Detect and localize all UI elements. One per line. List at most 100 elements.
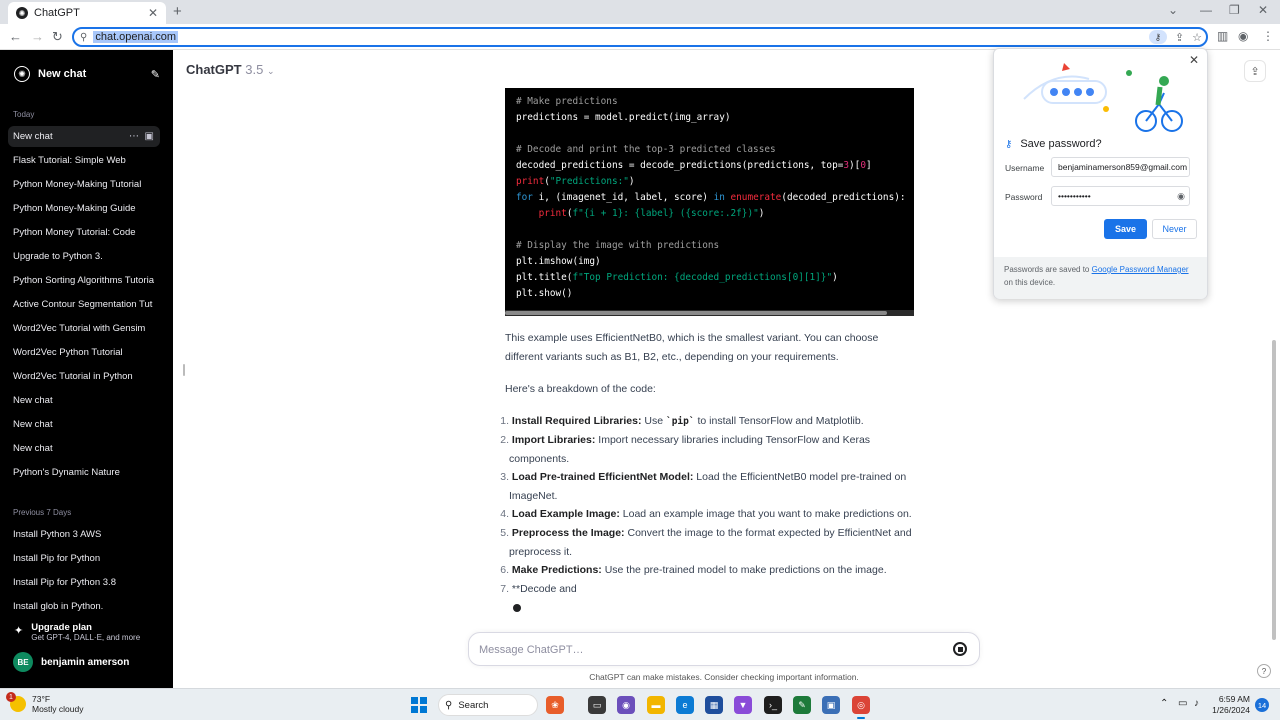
code-line: # Display the image with predictions	[516, 240, 720, 251]
chat-item[interactable]: New chat	[8, 414, 160, 435]
chat-item[interactable]: Install Pip for Python	[8, 548, 160, 569]
app-icon[interactable]: ▼	[734, 696, 752, 714]
close-tab-icon[interactable]: ✕	[148, 6, 158, 20]
chat-item[interactable]: Install Pip for Python 3.8	[8, 572, 160, 593]
system-clock[interactable]: 6:59 AM 1/26/2024	[1206, 694, 1250, 716]
bookmark-star-icon[interactable]: ☆	[1192, 31, 1202, 44]
store-icon[interactable]: ▦	[705, 696, 723, 714]
code-line: predictions = model.predict(img_array)	[516, 112, 731, 123]
chat-item[interactable]: Word2Vec Tutorial with Gensim	[8, 318, 160, 339]
google-password-manager-link[interactable]: Google Password Manager	[1092, 265, 1189, 274]
password-label: Password	[1005, 192, 1043, 202]
chat-item[interactable]: Install glob in Python.	[8, 596, 160, 617]
browser-tab[interactable]: ✺ ChatGPT ✕	[8, 2, 166, 24]
chat-item[interactable]: Python's Dynamic Nature	[8, 462, 160, 483]
browser-menu-icon[interactable]: ⋮	[1262, 29, 1274, 43]
close-icon[interactable]: ✕	[1189, 53, 1199, 67]
chevron-down-icon: ⌄	[266, 66, 275, 76]
key-icon: ⚷	[1005, 138, 1013, 150]
new-chat-button[interactable]: ✺ New chat ✎	[8, 62, 160, 86]
side-panel-icon[interactable]: ▥	[1217, 29, 1228, 43]
gift-app-icon[interactable]: ❀	[546, 696, 564, 714]
password-field[interactable]: ••••••••••• ◉	[1051, 186, 1190, 206]
forward-icon[interactable]: →	[31, 29, 44, 44]
save-button[interactable]: Save	[1104, 219, 1147, 239]
chat-item[interactable]: Word2Vec Tutorial in Python	[8, 366, 160, 387]
tab-search-icon[interactable]: ⌄	[1168, 3, 1178, 17]
page-scrollbar[interactable]	[1272, 340, 1276, 640]
password-key-icon[interactable]: ⚷	[1148, 30, 1167, 44]
search-icon: ⚲	[445, 699, 453, 711]
chat-item[interactable]: Word2Vec Python Tutorial	[8, 342, 160, 363]
back-icon[interactable]: ←	[9, 29, 22, 44]
profile-icon[interactable]: ◉	[1238, 29, 1248, 43]
chat-app-icon[interactable]: ◉	[617, 696, 635, 714]
upgrade-title: Upgrade plan	[31, 622, 92, 633]
chat-item[interactable]: Python Money-Making Guide	[8, 198, 160, 219]
weather-description: Mostly cloudy	[32, 704, 84, 714]
model-selector[interactable]: ChatGPT 3.5 ⌄	[186, 62, 275, 77]
new-tab-icon[interactable]: +	[173, 3, 182, 20]
restore-icon[interactable]: ❐	[1229, 3, 1240, 17]
reload-icon[interactable]: ↻	[52, 29, 63, 45]
user-name: benjamin amerson	[41, 656, 130, 668]
share-page-icon[interactable]: ⇪	[1175, 31, 1184, 44]
url-text[interactable]: chat.openai.com	[93, 31, 179, 43]
chrome-icon[interactable]: ◎	[852, 696, 870, 719]
volume-icon[interactable]: ♪	[1194, 698, 1199, 709]
chat-item[interactable]: Flask Tutorial: Simple Web	[8, 150, 160, 171]
notification-badge[interactable]: 14	[1255, 698, 1269, 712]
chat-item[interactable]: Python Sorting Algorithms Tutoria	[8, 270, 160, 291]
compose-icon[interactable]: ✎	[151, 68, 160, 81]
code-horizontal-scrollbar[interactable]	[505, 310, 914, 316]
chat-item[interactable]: Install Python 3 AWS	[8, 524, 160, 545]
list-item: 7. **Decode and	[500, 583, 577, 595]
chat-item-active[interactable]: New chat ⋯ ▣	[8, 126, 160, 147]
chat-item[interactable]: Python Money-Making Tutorial	[8, 174, 160, 195]
stop-generating-button[interactable]	[953, 642, 967, 656]
never-button[interactable]: Never	[1152, 219, 1197, 239]
show-password-eye-icon[interactable]: ◉	[1177, 191, 1185, 202]
weather-alert-badge: 1	[6, 692, 16, 702]
minimize-icon[interactable]: —	[1200, 3, 1212, 17]
network-icon[interactable]: ▭	[1178, 698, 1187, 709]
clock-time: 6:59 AM	[1218, 694, 1250, 704]
list-item: 4. Load Example Image: Load an example i…	[500, 508, 912, 520]
close-window-icon[interactable]: ✕	[1258, 3, 1268, 17]
code-block: # Make predictions predictions = model.p…	[505, 88, 914, 316]
chat-item[interactable]: Python Money Tutorial: Code	[8, 222, 160, 243]
weather-widget[interactable]: 1 73°F Mostly cloudy	[6, 692, 84, 714]
chat-item[interactable]: New chat	[8, 438, 160, 459]
openai-logo-icon: ✺	[14, 66, 30, 82]
user-menu-button[interactable]: BE benjamin amerson	[8, 652, 160, 672]
chat-options-icon[interactable]: ⋯ ▣	[129, 131, 154, 142]
browser-tabstrip: ✺ ChatGPT ✕ + ⌄ — ❐ ✕	[0, 0, 1280, 24]
search-label: Search	[458, 699, 489, 711]
remote-desktop-icon[interactable]: ▣	[822, 696, 840, 714]
sidebar: ✺ New chat ✎ Today New chat ⋯ ▣ Flask Tu…	[0, 50, 173, 688]
chat-item[interactable]: Active Contour Segmentation Tut	[8, 294, 160, 315]
message-composer	[468, 632, 980, 666]
windows-start-icon[interactable]	[411, 697, 427, 713]
site-info-icon[interactable]: ⚲	[80, 32, 87, 43]
show-hidden-icons-chevron-icon[interactable]: ⌃	[1160, 698, 1168, 709]
excel-icon[interactable]: ✎	[793, 696, 811, 714]
username-field[interactable]: benjaminamerson859@gmail.com	[1051, 157, 1190, 177]
upgrade-text: Upgrade plan Get GPT-4, DALL·E, and more	[31, 622, 140, 642]
scrollbar-thumb[interactable]	[505, 311, 887, 315]
share-chat-button[interactable]: ⇪	[1244, 60, 1266, 82]
task-view-icon[interactable]: ▭	[588, 696, 606, 714]
taskbar-search[interactable]: ⚲ Search	[438, 694, 538, 716]
terminal-icon[interactable]: ›_	[764, 696, 782, 714]
file-explorer-icon[interactable]: ▬	[647, 696, 665, 714]
chat-item[interactable]: Upgrade to Python 3.	[8, 246, 160, 267]
edge-browser-icon[interactable]: e	[676, 696, 694, 714]
chat-item[interactable]: New chat	[8, 390, 160, 411]
code-line: plt.imshow(img)	[516, 256, 601, 267]
message-input[interactable]	[479, 641, 919, 659]
sidebar-collapse-handle[interactable]	[183, 364, 185, 376]
tab-title: ChatGPT	[34, 7, 80, 19]
upgrade-plan-button[interactable]: ✦ Upgrade plan Get GPT-4, DALL·E, and mo…	[8, 622, 160, 642]
address-bar[interactable]: ⚲ chat.openai.com ⚷ ⇪ ☆	[72, 27, 1208, 47]
help-icon[interactable]: ?	[1257, 664, 1271, 678]
